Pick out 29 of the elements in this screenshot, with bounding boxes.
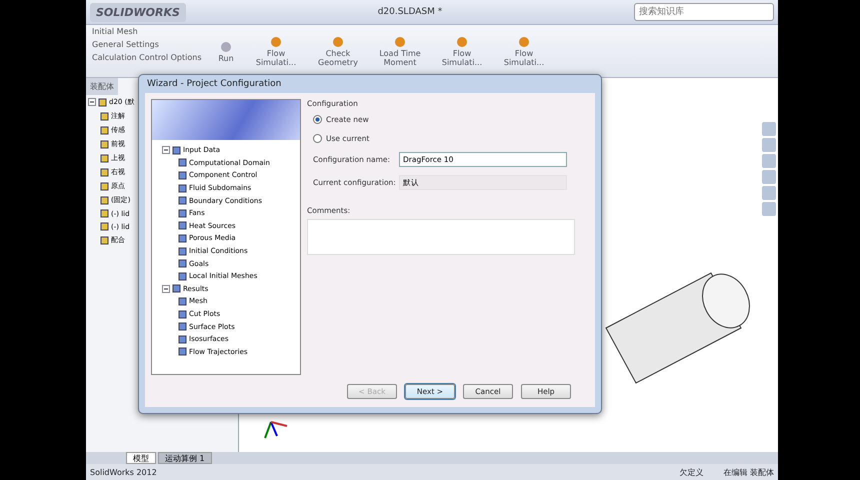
ribbon-button[interactable]: Run xyxy=(212,27,240,75)
ribbon-button[interactable]: Flow Simulati... xyxy=(436,27,488,75)
task-pane-icon[interactable] xyxy=(762,122,776,136)
dialog-title: Wizard - Project Configuration xyxy=(146,78,282,91)
task-pane-icon[interactable] xyxy=(762,138,776,152)
panel-tab[interactable]: 装配体 xyxy=(86,78,118,95)
status-text: 欠定义 xyxy=(679,466,704,478)
collapse-icon[interactable] xyxy=(162,146,170,154)
task-pane-icon[interactable] xyxy=(762,202,776,216)
ribbon-menu-item[interactable]: General Settings xyxy=(92,40,202,49)
comments-field[interactable] xyxy=(307,219,575,255)
task-pane-icon[interactable] xyxy=(762,170,776,184)
ribbon-button[interactable]: Load Time Moment xyxy=(374,27,426,75)
collapse-icon[interactable] xyxy=(162,284,170,293)
ribbon-button[interactable]: Flow Simulati... xyxy=(250,27,302,75)
app-logo: SOLIDWORKS xyxy=(90,2,186,22)
task-pane-icon[interactable] xyxy=(762,154,776,168)
ribbon-button[interactable]: Flow Simulati... xyxy=(498,27,550,75)
sheet-tab[interactable]: 运动算例 1 xyxy=(158,452,212,464)
task-pane-icon[interactable] xyxy=(762,186,776,200)
ribbon-menu-item[interactable]: Calculation Control Options xyxy=(92,53,202,62)
ribbon-button[interactable]: Check Geometry xyxy=(312,27,364,75)
status-text: 在编辑 装配体 xyxy=(723,466,774,478)
status-text: SolidWorks 2012 xyxy=(90,468,158,476)
document-title: d20.SLDASM * xyxy=(376,7,444,17)
collapse-icon[interactable] xyxy=(88,98,96,106)
search-field[interactable]: 搜索知识库 xyxy=(634,3,774,21)
ribbon-menu-item[interactable]: Initial Mesh xyxy=(92,27,202,36)
sheet-tab[interactable]: 模型 xyxy=(126,452,156,464)
